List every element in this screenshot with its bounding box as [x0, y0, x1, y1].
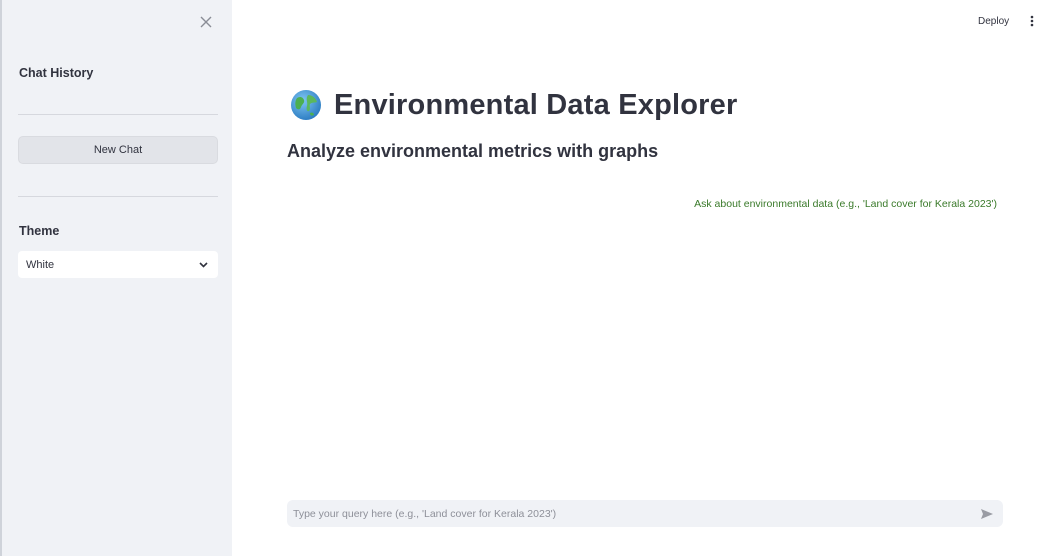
send-icon[interactable] — [979, 506, 995, 522]
sidebar-divider — [18, 196, 218, 197]
kebab-menu-icon[interactable] — [1026, 12, 1038, 30]
sidebar: Chat History New Chat Theme White — [0, 0, 232, 556]
theme-select-value: White — [26, 258, 55, 271]
chat-history-heading: Chat History — [19, 66, 94, 80]
theme-select[interactable]: White — [18, 251, 218, 278]
example-hint: Ask about environmental data (e.g., 'Lan… — [694, 198, 997, 210]
page-header: Environmental Data Explorer — [290, 86, 737, 124]
chevron-down-icon — [199, 259, 208, 271]
query-input[interactable] — [293, 507, 979, 520]
new-chat-button[interactable]: New Chat — [18, 136, 218, 164]
chat-input-bar — [287, 500, 1003, 527]
deploy-button[interactable]: Deploy — [978, 12, 1009, 30]
sidebar-divider — [18, 114, 218, 115]
app-root: Chat History New Chat Theme White Deploy — [0, 0, 1055, 556]
page-subtitle: Analyze environmental metrics with graph… — [287, 141, 659, 161]
globe-icon — [290, 89, 322, 121]
page-title: Environmental Data Explorer — [334, 88, 738, 121]
close-icon[interactable] — [196, 12, 216, 32]
theme-label: Theme — [19, 224, 60, 238]
